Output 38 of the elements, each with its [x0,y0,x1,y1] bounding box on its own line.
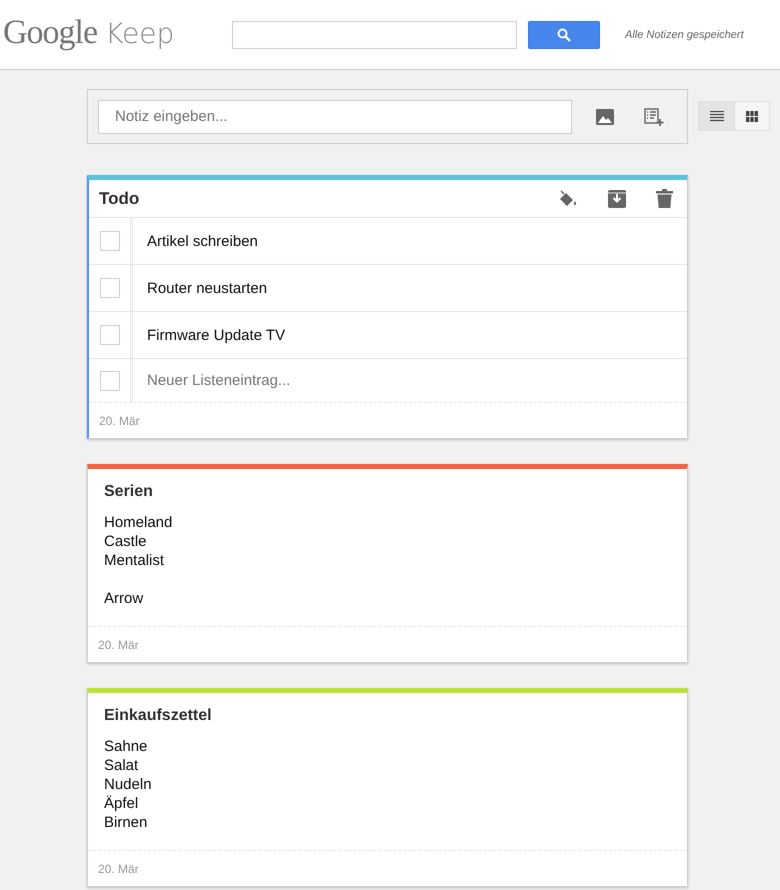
list-item-text[interactable]: Artikel schreiben [147,232,258,250]
note-date: 20. Mär [98,638,139,652]
list-item-text[interactable]: Firmware Update TV [147,326,286,344]
paint-bucket-icon[interactable] [558,190,578,208]
logo-keep: Keep [105,16,174,50]
note-text-line: Birnen [104,813,148,832]
search-icon [557,28,571,42]
search-button[interactable] [528,20,600,48]
note-text-line: Äpfel [104,794,140,813]
note-input[interactable]: Notiz eingeben... [98,100,572,134]
checkbox[interactable] [100,278,120,298]
grid-view-icon [746,110,758,122]
archive-icon[interactable] [608,190,626,208]
checkbox[interactable] [100,325,120,345]
note-text-line: Homeland [104,513,174,532]
new-list-icon[interactable] [644,108,664,126]
list-view-icon [710,110,724,122]
list-view-button[interactable] [699,102,734,130]
note-text-line: Nudeln [104,775,153,794]
search-field[interactable] [232,20,517,48]
trash-icon[interactable] [656,189,673,208]
save-status: Alle Notizen gespeichert [625,28,744,40]
note-text-line: Sahne [104,737,148,756]
note-text-line: Salat [104,756,140,775]
list-item-text[interactable]: Router neustarten [147,280,268,296]
note-title: Serien [104,483,154,501]
note-date: 20. Mär [99,414,140,428]
note-text-line: Mentalist [104,551,166,570]
note-text-line: Castle [104,532,148,551]
checkbox[interactable] [100,231,120,251]
note-title: Todo [99,188,140,208]
checkbox[interactable] [100,370,120,390]
note-date: 20. Mär [98,862,139,876]
note-text-line: Arrow [104,589,144,608]
logo-google: Google [3,14,98,52]
image-icon[interactable] [596,108,614,124]
grid-view-button[interactable] [734,102,769,130]
note-title: Einkaufszettel [104,707,213,725]
